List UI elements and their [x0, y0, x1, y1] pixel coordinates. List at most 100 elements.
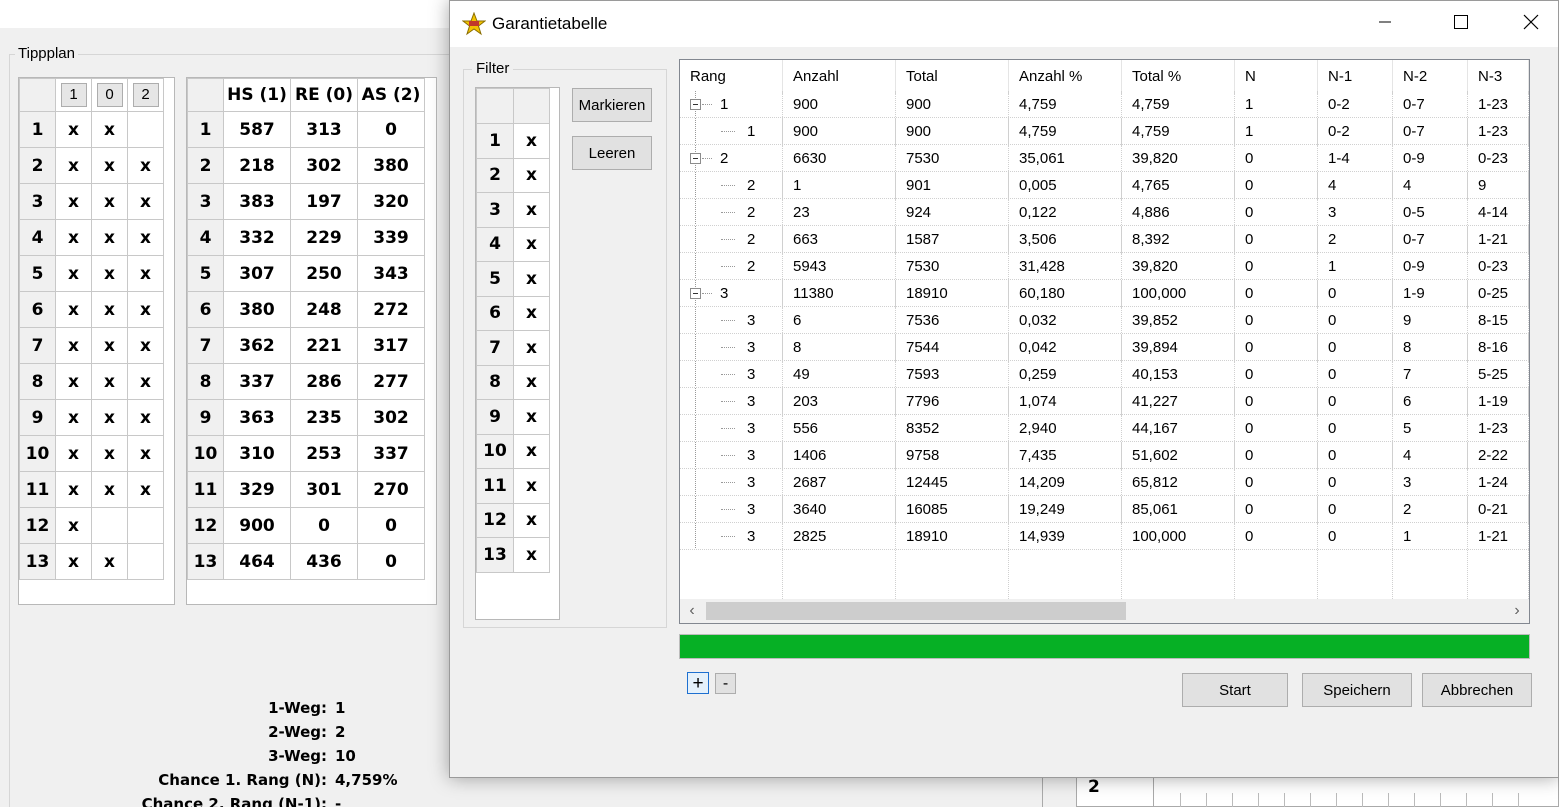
tipp-cell[interactable]: x — [55, 435, 92, 472]
collapse-node-icon[interactable] — [690, 153, 701, 164]
scroll-right-icon[interactable]: › — [1505, 599, 1529, 623]
stat-cell[interactable]: 248 — [290, 291, 358, 328]
abbrechen-button[interactable]: Abbrechen — [1422, 673, 1532, 707]
tipp-cell[interactable]: x — [91, 183, 128, 220]
scroll-left-icon[interactable]: ‹ — [680, 599, 704, 623]
filter-cell[interactable]: x — [513, 192, 550, 228]
stat-cell[interactable]: 272 — [357, 291, 425, 328]
column-header-n-2[interactable]: N-2 — [1393, 60, 1468, 93]
expand-all-button[interactable]: + — [687, 672, 709, 694]
tipp-cell[interactable] — [127, 507, 164, 544]
tipp-cell[interactable]: x — [127, 183, 164, 220]
tree-parent-row[interactable]: 1 900 900 4,759 4,759 1 0-2 0-7 1-23 — [680, 91, 1529, 118]
tree-child-row[interactable]: 2 5943 7530 31,428 39,820 0 1 0-9 0-23 — [680, 253, 1529, 280]
stat-cell[interactable]: 332 — [223, 219, 291, 256]
tipp-cell[interactable]: x — [127, 327, 164, 364]
tipp-cell[interactable]: x — [91, 471, 128, 508]
tipp-cell[interactable]: x — [55, 543, 92, 580]
filter-cell[interactable]: x — [513, 295, 550, 331]
tree-child-row[interactable]: 3 2825 18910 14,939 100,000 0 0 1 1-21 — [680, 523, 1529, 550]
filter-cell[interactable]: x — [513, 399, 550, 435]
tipp-cell[interactable]: x — [127, 147, 164, 184]
tippplan-grid[interactable]: 1 0 2 1 x x 2 x x x 3 x x x 4 x x x 5 x x x 6 x x x 7 x x x 8 x x x 9 x x x 10… — [18, 77, 175, 605]
column-header-total[interactable]: Total — [896, 60, 1009, 93]
tipp-cell[interactable]: x — [55, 255, 92, 292]
tipp-cell[interactable]: x — [91, 399, 128, 436]
stat-cell[interactable]: 317 — [357, 327, 425, 364]
column-header-rang[interactable]: Rang — [680, 60, 783, 93]
stat-cell[interactable]: 380 — [223, 291, 291, 328]
stat-cell[interactable]: 464 — [223, 543, 291, 580]
collapse-all-button[interactable]: - — [715, 673, 736, 694]
tipp-cell[interactable]: x — [127, 219, 164, 256]
tree-child-row[interactable]: 3 49 7593 0,259 40,153 0 0 7 5-25 — [680, 361, 1529, 388]
tipp-cell[interactable]: x — [91, 291, 128, 328]
tipp-cell[interactable]: x — [55, 291, 92, 328]
scrollbar-thumb[interactable] — [706, 602, 1126, 620]
stat-cell[interactable]: 320 — [357, 183, 425, 220]
tipp-cell[interactable]: x — [91, 147, 128, 184]
tipp-cell[interactable]: x — [127, 291, 164, 328]
stat-cell[interactable]: 270 — [357, 471, 425, 508]
stat-cell[interactable]: 0 — [290, 507, 358, 544]
tipp-cell[interactable] — [91, 507, 128, 544]
start-button[interactable]: Start — [1182, 673, 1288, 707]
stat-cell[interactable]: 343 — [357, 255, 425, 292]
tipp-cell[interactable]: x — [55, 219, 92, 256]
column-header-total-[interactable]: Total % — [1122, 60, 1235, 93]
guarantee-tree-table[interactable]: Rang Anzahl Total Anzahl % Total % N N-1 N-2 N-3… — [679, 59, 1530, 624]
tipp-cell[interactable]: x — [55, 399, 92, 436]
stat-cell[interactable]: 339 — [357, 219, 425, 256]
stat-cell[interactable]: 307 — [223, 255, 291, 292]
stat-cell[interactable]: 235 — [290, 399, 358, 436]
tipp-cell[interactable]: x — [55, 327, 92, 364]
tree-child-row[interactable]: 3 6 7536 0,032 39,852 0 0 9 8-15 — [680, 307, 1529, 334]
stat-cell[interactable]: 0 — [357, 111, 425, 148]
stat-cell[interactable]: 383 — [223, 183, 291, 220]
stat-cell[interactable]: 900 — [223, 507, 291, 544]
collapse-node-icon[interactable] — [690, 99, 701, 110]
title-bar[interactable]: Garantietabelle — [450, 1, 1558, 47]
tipp-cell[interactable]: x — [127, 363, 164, 400]
tipp-cell[interactable]: x — [55, 363, 92, 400]
tipp-cell[interactable]: x — [91, 327, 128, 364]
filter-cell[interactable]: x — [513, 364, 550, 400]
filter-cell[interactable]: x — [513, 537, 550, 573]
filter-cell[interactable]: x — [513, 123, 550, 159]
tipp-cell[interactable]: x — [91, 255, 128, 292]
tipp-cell[interactable]: x — [55, 111, 92, 148]
stat-cell[interactable]: 218 — [223, 147, 291, 184]
tipp-cell[interactable]: x — [91, 111, 128, 148]
stat-cell[interactable]: 302 — [357, 399, 425, 436]
speichern-button[interactable]: Speichern — [1302, 673, 1412, 707]
stat-cell[interactable]: 277 — [357, 363, 425, 400]
tipp-cell[interactable]: x — [91, 435, 128, 472]
tree-child-row[interactable]: 3 8 7544 0,042 39,894 0 0 8 8-16 — [680, 334, 1529, 361]
tipp-cell[interactable]: x — [127, 255, 164, 292]
tipp-cell[interactable]: x — [127, 471, 164, 508]
tree-child-row[interactable]: 3 203 7796 1,074 41,227 0 0 6 1-19 — [680, 388, 1529, 415]
stat-cell[interactable]: 301 — [290, 471, 358, 508]
tipp-cell[interactable]: x — [55, 147, 92, 184]
stat-cell[interactable]: 587 — [223, 111, 291, 148]
maximize-button[interactable] — [1438, 1, 1484, 47]
stat-cell[interactable]: 310 — [223, 435, 291, 472]
stat-cell[interactable]: 363 — [223, 399, 291, 436]
stat-cell[interactable]: 329 — [223, 471, 291, 508]
tree-child-row[interactable]: 2 23 924 0,122 4,886 0 3 0-5 4-14 — [680, 199, 1529, 226]
stat-cell[interactable]: 337 — [357, 435, 425, 472]
filter-cell[interactable]: x — [513, 157, 550, 193]
tipp-cell[interactable]: x — [91, 543, 128, 580]
column-header-0[interactable]: 0 — [96, 83, 123, 107]
stat-cell[interactable]: 0 — [357, 507, 425, 544]
stat-cell[interactable]: 253 — [290, 435, 358, 472]
markieren-button[interactable]: Markieren — [572, 88, 652, 122]
filter-cell[interactable]: x — [513, 330, 550, 366]
column-header-2[interactable]: 2 — [132, 83, 159, 107]
filter-cell[interactable]: x — [513, 261, 550, 297]
stat-cell[interactable]: 197 — [290, 183, 358, 220]
stat-cell[interactable]: 0 — [357, 543, 425, 580]
stat-cell[interactable]: 436 — [290, 543, 358, 580]
stat-cell[interactable]: 221 — [290, 327, 358, 364]
column-header-n-1[interactable]: N-1 — [1318, 60, 1393, 93]
